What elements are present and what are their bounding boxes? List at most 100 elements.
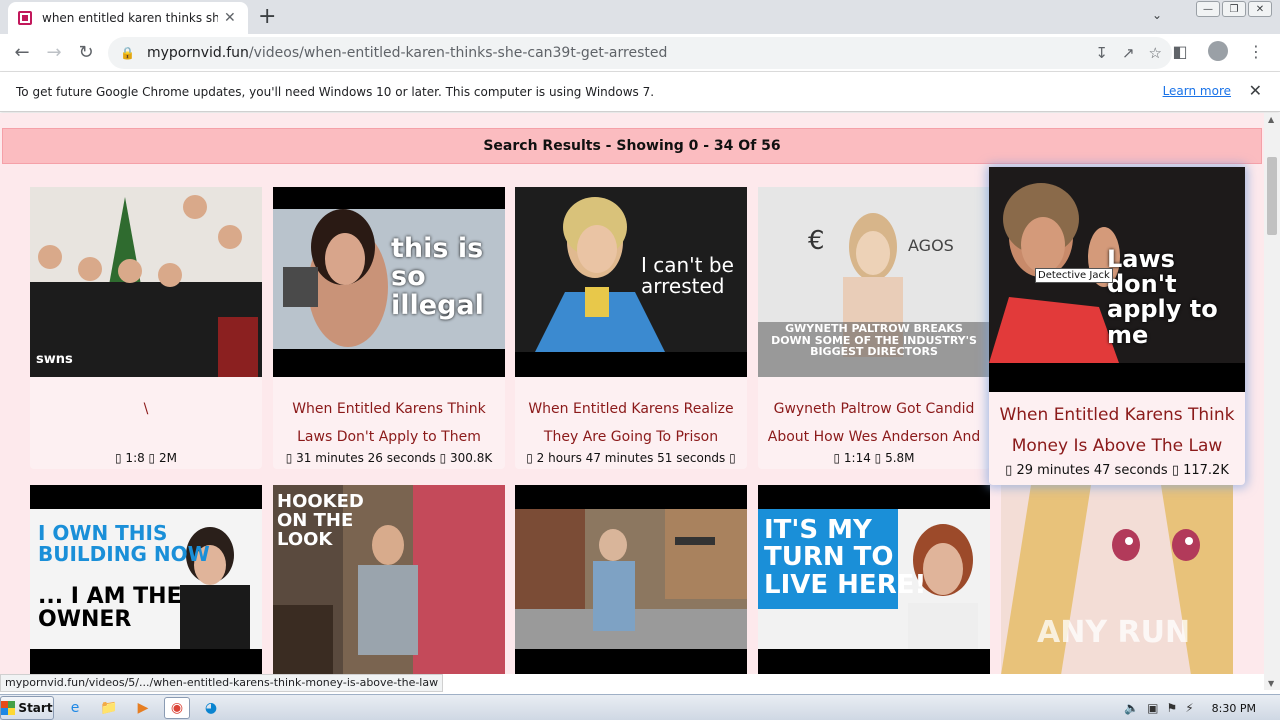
profile-button[interactable] [1204, 37, 1232, 65]
thumbnail-image [515, 485, 747, 674]
bookmark-star-icon[interactable]: ☆ [1149, 44, 1162, 62]
edge-icon[interactable]: ◕ [198, 697, 224, 719]
video-card[interactable]: HOOKED ON THE LOOK [273, 485, 505, 674]
video-title[interactable]: When Entitled Karens Think [273, 395, 505, 423]
video-title[interactable]: \ [30, 395, 262, 423]
browser-toolbar: ← → ↻ 🔒 mypornvid.fun /videos/when-entit… [0, 34, 1280, 72]
learn-more-link[interactable]: Learn more [1163, 84, 1231, 98]
video-card[interactable]: I can't be arrested When Entitled Karens … [515, 187, 747, 469]
video-thumbnail[interactable]: swns [30, 187, 262, 377]
infobar-message: To get future Google Chrome updates, you… [16, 84, 655, 99]
video-meta: ▯ 2 hours 47 minutes 51 seconds ▯ [526, 451, 736, 465]
file-explorer-icon[interactable]: 📁 [96, 697, 122, 719]
thumbnail-caption: HOOKED ON THE LOOK [277, 491, 364, 550]
page-content: Search Results - Showing 0 - 34 Of 56 sw… [0, 113, 1264, 674]
video-thumbnail[interactable]: I OWN THIS BUILDING NOW ... I AM THE OWNER [30, 485, 262, 674]
tooltip: Detective Jack [1035, 268, 1113, 283]
video-thumbnail[interactable]: ANY RUN [1001, 485, 1233, 674]
svg-text:swns: swns [36, 352, 73, 367]
video-thumbnail[interactable]: HOOKED ON THE LOOK [273, 485, 505, 674]
video-meta: ▯ 1:14 ▯ 5.8M [833, 451, 915, 465]
svg-text:€: € [808, 226, 825, 256]
side-panel-icon[interactable]: ◧ [1166, 37, 1194, 65]
update-infobar: To get future Google Chrome updates, you… [0, 72, 1280, 112]
windows-logo-icon [1, 700, 16, 715]
thumbnail-caption: IT'S MY TURN TO LIVE HERE! [764, 515, 927, 600]
chrome-icon[interactable]: ◉ [164, 696, 190, 719]
thumbnail-caption: I OWN THIS BUILDING NOW [38, 521, 210, 566]
install-icon[interactable]: ↧ [1095, 44, 1108, 62]
close-icon[interactable]: ✕ [1249, 81, 1262, 100]
clock[interactable]: 8:30 PM [1212, 702, 1256, 715]
video-thumbnail[interactable]: IT'S MY TURN TO LIVE HERE! [758, 485, 990, 674]
new-tab-button[interactable]: + [258, 4, 276, 29]
address-bar[interactable]: 🔒 mypornvid.fun /videos/when-entitled-ka… [108, 37, 1172, 69]
menu-kebab-icon[interactable]: ⋮ [1242, 37, 1270, 65]
minimize-button[interactable]: — [1196, 1, 1220, 17]
video-meta: ▯ 1:8 ▯ 2M [115, 451, 177, 465]
video-card-hovered[interactable]: Laws don't apply to me When Entitled Kare… [989, 167, 1245, 485]
video-card[interactable]: I OWN THIS BUILDING NOW ... I AM THE OWNER [30, 485, 262, 674]
thumbnail-caption: this is so illegal [391, 233, 484, 321]
thumbnail-image: swns [30, 187, 262, 377]
video-meta: ▯ 29 minutes 47 seconds ▯ 117.2K [1005, 463, 1229, 478]
video-card[interactable]: this is so illegal When Entitled Karens T… [273, 187, 505, 469]
thumbnail-caption: Laws don't apply to me [1107, 245, 1218, 349]
scroll-down-icon[interactable]: ▼ [1268, 679, 1274, 688]
tab-strip: when entitled karen thinks she can39t ge… [0, 0, 1280, 34]
speaker-icon[interactable]: 🔈 [1124, 701, 1139, 715]
results-heading: Search Results - Showing 0 - 34 Of 56 [2, 128, 1262, 164]
avatar [1208, 41, 1228, 61]
video-thumbnail[interactable]: Laws don't apply to me [989, 167, 1245, 392]
thumbnail-image [30, 485, 262, 674]
video-thumbnail[interactable]: € AGOS GWYNETH PALTROW BREAKS DOWN SOME O… [758, 187, 990, 377]
reload-icon[interactable]: ↻ [70, 37, 102, 69]
video-title-line2[interactable]: About How Wes Anderson And [758, 423, 990, 451]
scroll-up-icon[interactable]: ▲ [1268, 115, 1274, 124]
thumbnail-caption: GWYNETH PALTROW BREAKS DOWN SOME OF THE I… [771, 322, 977, 359]
power-icon[interactable]: ⚡ [1185, 701, 1193, 715]
thumbnail-caption: I can't be arrested [641, 253, 734, 298]
start-button[interactable]: Start [0, 695, 54, 720]
restore-button[interactable]: ❐ [1222, 1, 1246, 17]
lock-icon[interactable]: 🔒 [120, 46, 135, 60]
page-scrollbar[interactable]: ▲ ▼ [1264, 113, 1280, 690]
video-title-line2[interactable]: They Are Going To Prison [515, 423, 747, 451]
video-title[interactable]: When Entitled Karens Think [989, 400, 1245, 431]
video-card[interactable]: ANY RUN [1001, 485, 1233, 674]
status-url: mypornvid.fun/videos/5/.../when-entitled… [0, 674, 444, 692]
system-tray: 🔈 ▣ ⚑ ⚡ 8:30 PM [1124, 695, 1280, 721]
close-window-button[interactable]: ✕ [1248, 1, 1272, 17]
tab-title: when entitled karen thinks she can39t ge… [42, 11, 218, 25]
video-thumbnail[interactable]: I can't be arrested [515, 187, 747, 377]
window-controls: — ❐ ✕ [1196, 1, 1272, 17]
forward-arrow-icon[interactable]: → [38, 37, 70, 69]
svg-text:AGOS: AGOS [908, 236, 954, 255]
tab-close-icon[interactable]: ✕ [224, 10, 236, 26]
url-path: /videos/when-entitled-karen-thinks-she-c… [248, 45, 668, 61]
back-arrow-icon[interactable]: ← [6, 37, 38, 69]
network-icon[interactable]: ▣ [1147, 701, 1158, 715]
start-label: Start [18, 700, 53, 715]
video-card[interactable]: swns \ ▯ 1:8 ▯ 2M [30, 187, 262, 469]
site-favicon-icon [18, 11, 32, 25]
video-card[interactable] [515, 485, 747, 674]
share-icon[interactable]: ↗ [1122, 44, 1135, 62]
tab-search-chevron-icon[interactable]: ⌄ [1152, 8, 1162, 22]
thumbnail-caption-2: ... I AM THE OWNER [38, 584, 182, 633]
video-thumbnail[interactable] [515, 485, 747, 674]
media-player-icon[interactable]: ▶ [130, 697, 156, 719]
browser-tab[interactable]: when entitled karen thinks she can39t ge… [8, 2, 248, 34]
action-center-icon[interactable]: ⚑ [1166, 701, 1177, 715]
internet-explorer-icon[interactable]: e [62, 697, 88, 719]
video-meta: ▯ 31 minutes 26 seconds ▯ 300.8K [285, 451, 493, 465]
video-title-line2[interactable]: Laws Don't Apply to Them [273, 423, 505, 451]
video-title[interactable]: When Entitled Karens Realize [515, 395, 747, 423]
video-title[interactable]: Gwyneth Paltrow Got Candid [758, 395, 990, 423]
video-card[interactable]: € AGOS GWYNETH PALTROW BREAKS DOWN SOME O… [758, 187, 990, 469]
video-thumbnail[interactable]: this is so illegal [273, 187, 505, 377]
video-title-line2[interactable]: Money Is Above The Law [989, 431, 1245, 462]
url-domain: mypornvid.fun [146, 45, 249, 61]
scrollbar-thumb[interactable] [1267, 157, 1277, 235]
video-card[interactable]: IT'S MY TURN TO LIVE HERE! [758, 485, 990, 674]
